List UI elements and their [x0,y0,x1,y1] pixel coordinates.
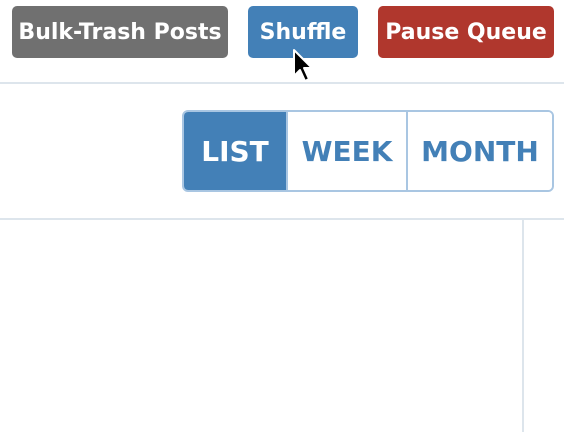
content-divider [0,218,564,220]
pause-queue-button[interactable]: Pause Queue [378,6,554,58]
toolbar-divider [0,82,564,84]
content-panel-border [522,220,524,432]
view-list-button[interactable]: LIST [184,112,286,190]
view-switch: LIST WEEK MONTH [182,110,554,192]
view-month-button[interactable]: MONTH [406,112,552,190]
bulk-trash-posts-button[interactable]: Bulk-Trash Posts [12,6,228,58]
mouse-pointer-icon [293,49,313,82]
view-week-button[interactable]: WEEK [286,112,406,190]
